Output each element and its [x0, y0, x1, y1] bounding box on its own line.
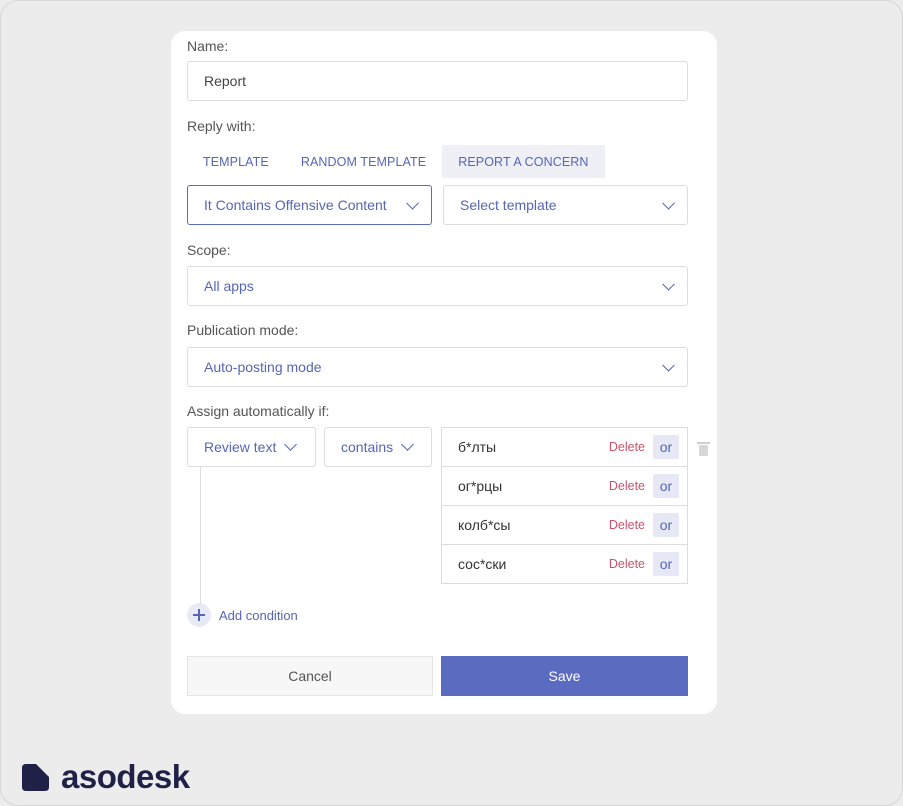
delete-keyword-button[interactable]: Delete [609, 557, 645, 571]
asodesk-logo: asodesk [22, 758, 190, 796]
trash-icon[interactable] [697, 442, 710, 456]
concern-select[interactable]: It Contains Offensive Content [187, 185, 432, 225]
trash-body [699, 445, 708, 456]
chevron-down-icon [406, 196, 419, 210]
condition-field-select[interactable]: Review text [187, 427, 316, 467]
add-condition-button[interactable]: Add condition [187, 603, 298, 627]
condition-field-value: Review text [204, 439, 277, 455]
chevron-down-icon [662, 358, 675, 372]
chevron-down-icon [284, 437, 298, 451]
reply-rule-form: Name: Report Reply with: TEMPLATE RANDOM… [171, 31, 717, 714]
scope-select-value: All apps [204, 278, 254, 294]
template-select[interactable]: Select template [443, 185, 688, 225]
save-button[interactable]: Save [441, 656, 688, 696]
scope-label: Scope: [187, 242, 231, 258]
template-select-placeholder: Select template [460, 197, 557, 213]
publication-mode-value: Auto-posting mode [204, 359, 322, 375]
condition-connector-line [200, 467, 201, 615]
add-condition-label: Add condition [219, 607, 298, 623]
delete-keyword-button[interactable]: Delete [609, 479, 645, 493]
condition-operator-select[interactable]: contains [324, 427, 432, 467]
publication-mode-label: Publication mode: [187, 322, 299, 338]
reply-with-label: Reply with: [187, 118, 256, 134]
concern-select-value: It Contains Offensive Content [204, 197, 387, 213]
delete-keyword-button[interactable]: Delete [609, 518, 645, 532]
keyword-row: сос*ски Delete or [441, 544, 688, 584]
name-input[interactable]: Report [187, 61, 688, 101]
tab-template[interactable]: TEMPLATE [187, 145, 285, 178]
reply-tabs: TEMPLATE RANDOM TEMPLATE REPORT A CONCER… [187, 145, 605, 178]
condition-operator-value: contains [341, 439, 394, 455]
or-button[interactable]: or [653, 435, 679, 459]
keyword-text[interactable]: сос*ски [458, 556, 506, 572]
keyword-row: б*лты Delete or [441, 427, 688, 467]
chevron-down-icon [662, 196, 675, 210]
plus-icon [187, 603, 211, 627]
scope-select[interactable]: All apps [187, 266, 688, 306]
or-button[interactable]: or [653, 552, 679, 576]
name-label: Name: [187, 38, 229, 54]
keyword-text[interactable]: ог*рцы [458, 478, 502, 494]
brand-name: asodesk [61, 758, 190, 795]
publication-mode-select[interactable]: Auto-posting mode [187, 347, 688, 387]
asodesk-logo-icon [22, 763, 49, 791]
cancel-button[interactable]: Cancel [187, 656, 433, 696]
tab-report-concern[interactable]: REPORT A CONCERN [442, 145, 605, 178]
or-button[interactable]: or [653, 513, 679, 537]
keyword-row: ог*рцы Delete or [441, 466, 688, 506]
assign-label: Assign automatically if: [187, 403, 330, 419]
or-button[interactable]: or [653, 474, 679, 498]
tab-random-template[interactable]: RANDOM TEMPLATE [285, 145, 442, 178]
delete-keyword-button[interactable]: Delete [609, 440, 645, 454]
keyword-text[interactable]: б*лты [458, 439, 496, 455]
chevron-down-icon [662, 277, 675, 291]
keyword-row: колб*сы Delete or [441, 505, 688, 545]
keyword-text[interactable]: колб*сы [458, 517, 510, 533]
trash-lid [697, 442, 710, 444]
chevron-down-icon [401, 437, 415, 451]
